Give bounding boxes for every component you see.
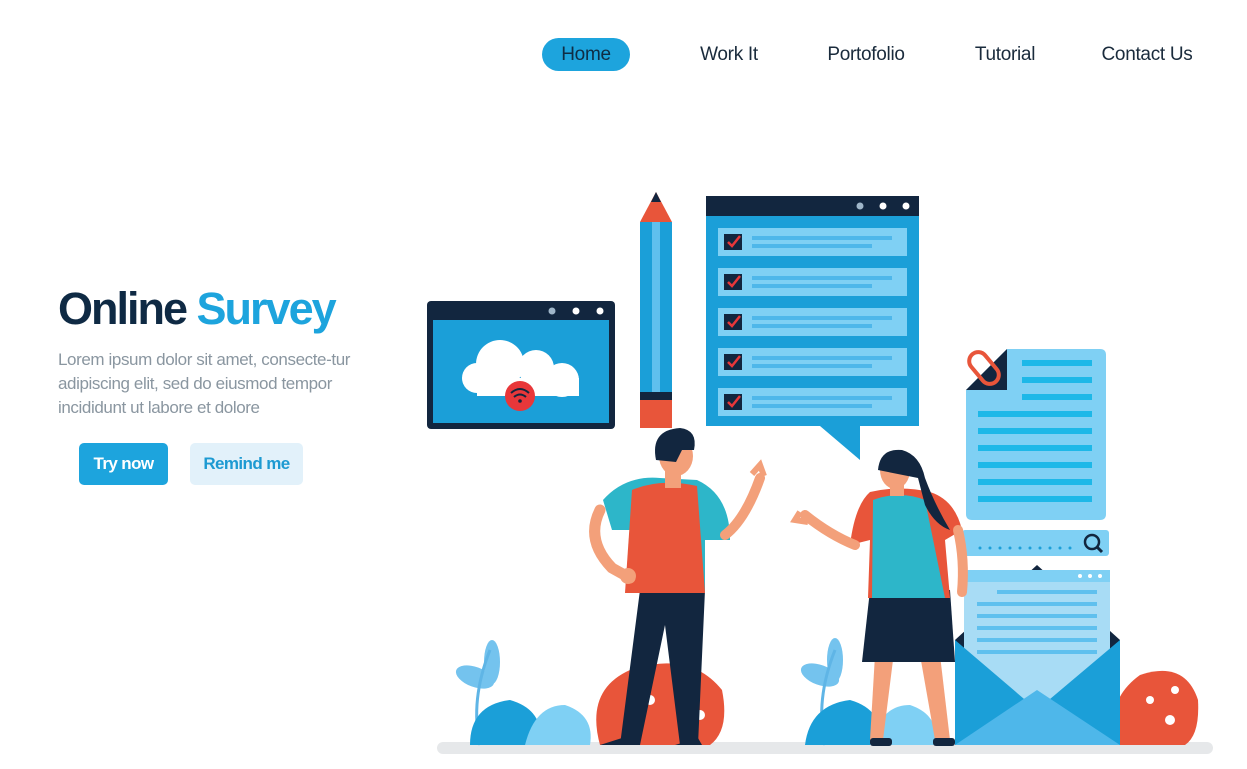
cloud-window [427, 301, 615, 429]
checklist-row [718, 388, 907, 416]
checklist-row [718, 308, 907, 336]
left-red-leaf [596, 663, 725, 745]
right-red-leaf [1112, 670, 1199, 745]
search-bar [962, 530, 1109, 556]
pencil-icon [640, 192, 672, 428]
wifi-icon [505, 381, 535, 411]
survey-checklist-window [706, 196, 919, 460]
checklist-row [718, 228, 907, 256]
survey-illustration [427, 192, 1213, 754]
paperclip-icon [967, 350, 1001, 386]
left-plant [455, 640, 591, 746]
checklist-row [718, 268, 907, 296]
envelope-icon [955, 565, 1120, 745]
document-icon [966, 349, 1106, 520]
checklist-row [718, 348, 907, 376]
woman-figure [790, 449, 968, 746]
